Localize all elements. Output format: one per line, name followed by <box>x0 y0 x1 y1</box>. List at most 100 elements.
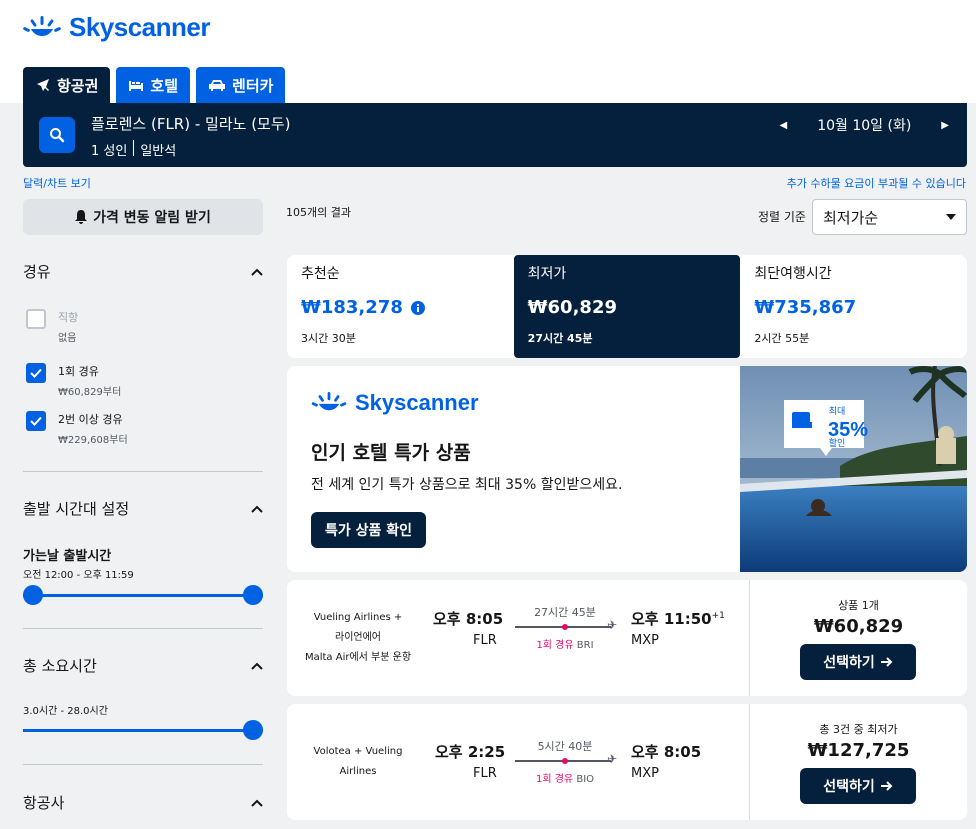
filter-divider <box>23 628 263 629</box>
flight-result-card[interactable]: Vueling Airlines + 라이언에어 Malta Air에서 부분 … <box>287 580 967 696</box>
airline-line-1: Volotea + Vueling <box>313 746 403 757</box>
plane-icon: ✈ <box>607 618 618 632</box>
direct-checkbox[interactable] <box>26 309 46 329</box>
one-stop-checkbox[interactable] <box>26 363 46 383</box>
sort-tab-price: ₩183,278 <box>301 297 403 318</box>
direct-sub: 없음 <box>58 333 77 344</box>
chevron-up-icon[interactable] <box>251 505 263 513</box>
stop-airport: BRI <box>576 640 594 651</box>
stops-info: 1회 경유 BIO <box>510 770 620 785</box>
stop-airport: BIO <box>576 774 595 785</box>
search-button[interactable] <box>39 117 75 153</box>
select-flight-button[interactable]: 선택하기 <box>800 644 916 680</box>
sort-tab-fastest[interactable]: 최단여행시간 ₩735,867 2시간 55분 <box>740 255 967 358</box>
skyscanner-logo[interactable]: Skyscanner <box>23 12 210 43</box>
select-flight-button[interactable]: 선택하기 <box>800 768 916 804</box>
direct-label: 직항 <box>58 311 79 324</box>
arrow-right-icon <box>880 781 893 791</box>
flight-duration: 5시간 40분 <box>537 740 593 753</box>
two-plus-label: 2번 이상 경유 <box>58 413 123 426</box>
stop-count: 1회 경유 <box>535 774 574 785</box>
sort-tab-duration: 27시간 45분 <box>527 332 593 345</box>
stop-option-direct[interactable]: 직항 없음 <box>26 309 78 344</box>
airlines-filter-header[interactable]: 항공사 <box>23 792 263 813</box>
sort-tab-best[interactable]: 추천순 ₩183,278 3시간 30분 <box>287 255 514 358</box>
airline-line-1: Vueling Airlines + <box>313 612 403 623</box>
tab-hotels[interactable]: 호텔 <box>116 67 191 103</box>
flight-duration: 27시간 45분 <box>534 606 596 619</box>
pax-divider <box>133 140 135 156</box>
sunrise-logo-icon <box>311 392 347 411</box>
chevron-up-icon[interactable] <box>251 268 263 276</box>
next-date-icon[interactable]: ▶ <box>941 120 949 131</box>
sunrise-logo-icon <box>23 15 61 36</box>
stop-option-one[interactable]: 1회 경유 ₩60,829부터 <box>26 363 121 398</box>
tab-car-hire[interactable]: 렌터카 <box>196 67 286 103</box>
date-navigator: ◀ 10월 10일 (화) ▶ <box>780 115 950 135</box>
ad-title: 인기 호텔 특가 상품 <box>311 442 471 464</box>
deal-count: 총 3건 중 최저가 <box>819 723 898 736</box>
ad-logo: Skyscanner <box>311 390 479 416</box>
flight-result-card[interactable]: Volotea + Vueling Airlines 오후 2:25 FLR 5… <box>287 704 967 820</box>
baggage-fee-link[interactable]: 추가 수하물 요금이 부과될 수 있습니다 <box>787 175 966 191</box>
duration-slider-handle[interactable] <box>243 720 263 740</box>
prev-date-icon[interactable]: ◀ <box>780 120 788 131</box>
caret-down-icon <box>946 214 956 220</box>
tab-flights[interactable]: 항공권 <box>23 67 111 103</box>
ad-logo-text: Skyscanner <box>355 390 479 415</box>
tab-hotels-label: 호텔 <box>150 76 179 95</box>
duration-range: 3.0시간 - 28.0시간 <box>23 706 108 717</box>
departure-filter-header[interactable]: 출발 시간대 설정 <box>23 498 263 519</box>
departure-slider-max-handle[interactable] <box>243 585 263 605</box>
flight-price: ₩127,725 <box>807 740 910 761</box>
plane-icon: ✈ <box>607 752 618 766</box>
top-bar: Skyscanner 항공권 호텔 렌터카 <box>0 0 976 103</box>
sort-tab-label: 최저가 <box>527 266 567 282</box>
price-alert-button[interactable]: 가격 변동 알림 받기 <box>23 199 263 235</box>
airline-names: Vueling Airlines + 라이언에어 Malta Air에서 부분 … <box>295 580 421 696</box>
departure-time: 오후 2:25 <box>435 743 506 761</box>
tab-car-hire-label: 렌터카 <box>232 76 274 95</box>
badge-percent-text: 35% <box>828 419 868 441</box>
brand-name: Skyscanner <box>69 12 210 42</box>
stops-filter-header[interactable]: 경유 <box>23 261 263 282</box>
arrival-time: 오후 8:05 <box>631 741 701 762</box>
calendar-view-link[interactable]: 달력/차트 보기 <box>23 175 91 191</box>
stop-dot <box>562 758 568 764</box>
hotel-deal-ad[interactable]: Skyscanner 인기 호텔 특가 상품 전 세계 인기 특가 상품으로 최… <box>287 366 967 572</box>
filter-divider <box>23 471 263 472</box>
info-icon[interactable] <box>410 300 425 315</box>
departure-slider-min-handle[interactable] <box>23 585 43 605</box>
badge-top-text: 최대 <box>829 406 846 417</box>
filter-divider <box>23 764 263 765</box>
duration-filter-title: 총 소요시간 <box>23 657 97 675</box>
two-plus-checkbox[interactable] <box>26 411 46 431</box>
duration-filter-header[interactable]: 총 소요시간 <box>23 655 263 676</box>
stop-option-two-plus[interactable]: 2번 이상 경유 ₩229,608부터 <box>26 411 128 446</box>
departure-range: 오전 12:00 - 오후 11:59 <box>23 570 134 581</box>
airline-line-3: Malta Air에서 부분 운항 <box>304 652 412 663</box>
duration-slider[interactable] <box>23 720 263 740</box>
sort-tab-price: ₩60,829 <box>527 297 617 318</box>
sort-value: 최저가순 <box>823 208 879 227</box>
sort-tab-duration: 3시간 30분 <box>301 332 356 345</box>
ad-cta-button[interactable]: 특가 상품 확인 <box>311 512 427 548</box>
route-text: 플로렌스 (FLR) - 밀라노 (모두) <box>91 115 291 133</box>
airline-line-2: 라이언에어 <box>335 632 381 643</box>
stops-info: 1회 경유 BRI <box>510 636 620 651</box>
arrival-airport: MXP <box>631 633 659 648</box>
arrival-day-offset: +1 <box>711 611 725 621</box>
bed-icon <box>129 81 144 91</box>
sort-tab-cheapest[interactable]: 최저가 ₩60,829 27시간 45분 <box>513 255 741 358</box>
passenger-count: 1 성인 <box>91 144 128 159</box>
chevron-up-icon[interactable] <box>251 662 263 670</box>
search-summary[interactable]: 플로렌스 (FLR) - 밀라노 (모두) 1 성인 일반석 ◀ 10월 10일… <box>23 103 967 167</box>
chevron-up-icon[interactable] <box>251 799 263 807</box>
airline-line-2: Airlines <box>339 766 377 777</box>
selected-date[interactable]: 10월 10일 (화) <box>817 115 911 135</box>
departure-slider[interactable] <box>23 585 263 605</box>
plane-icon <box>37 79 49 91</box>
tab-flights-label: 항공권 <box>57 76 99 95</box>
stops-filter-title: 경유 <box>23 263 51 281</box>
sort-select[interactable]: 최저가순 <box>812 199 967 235</box>
